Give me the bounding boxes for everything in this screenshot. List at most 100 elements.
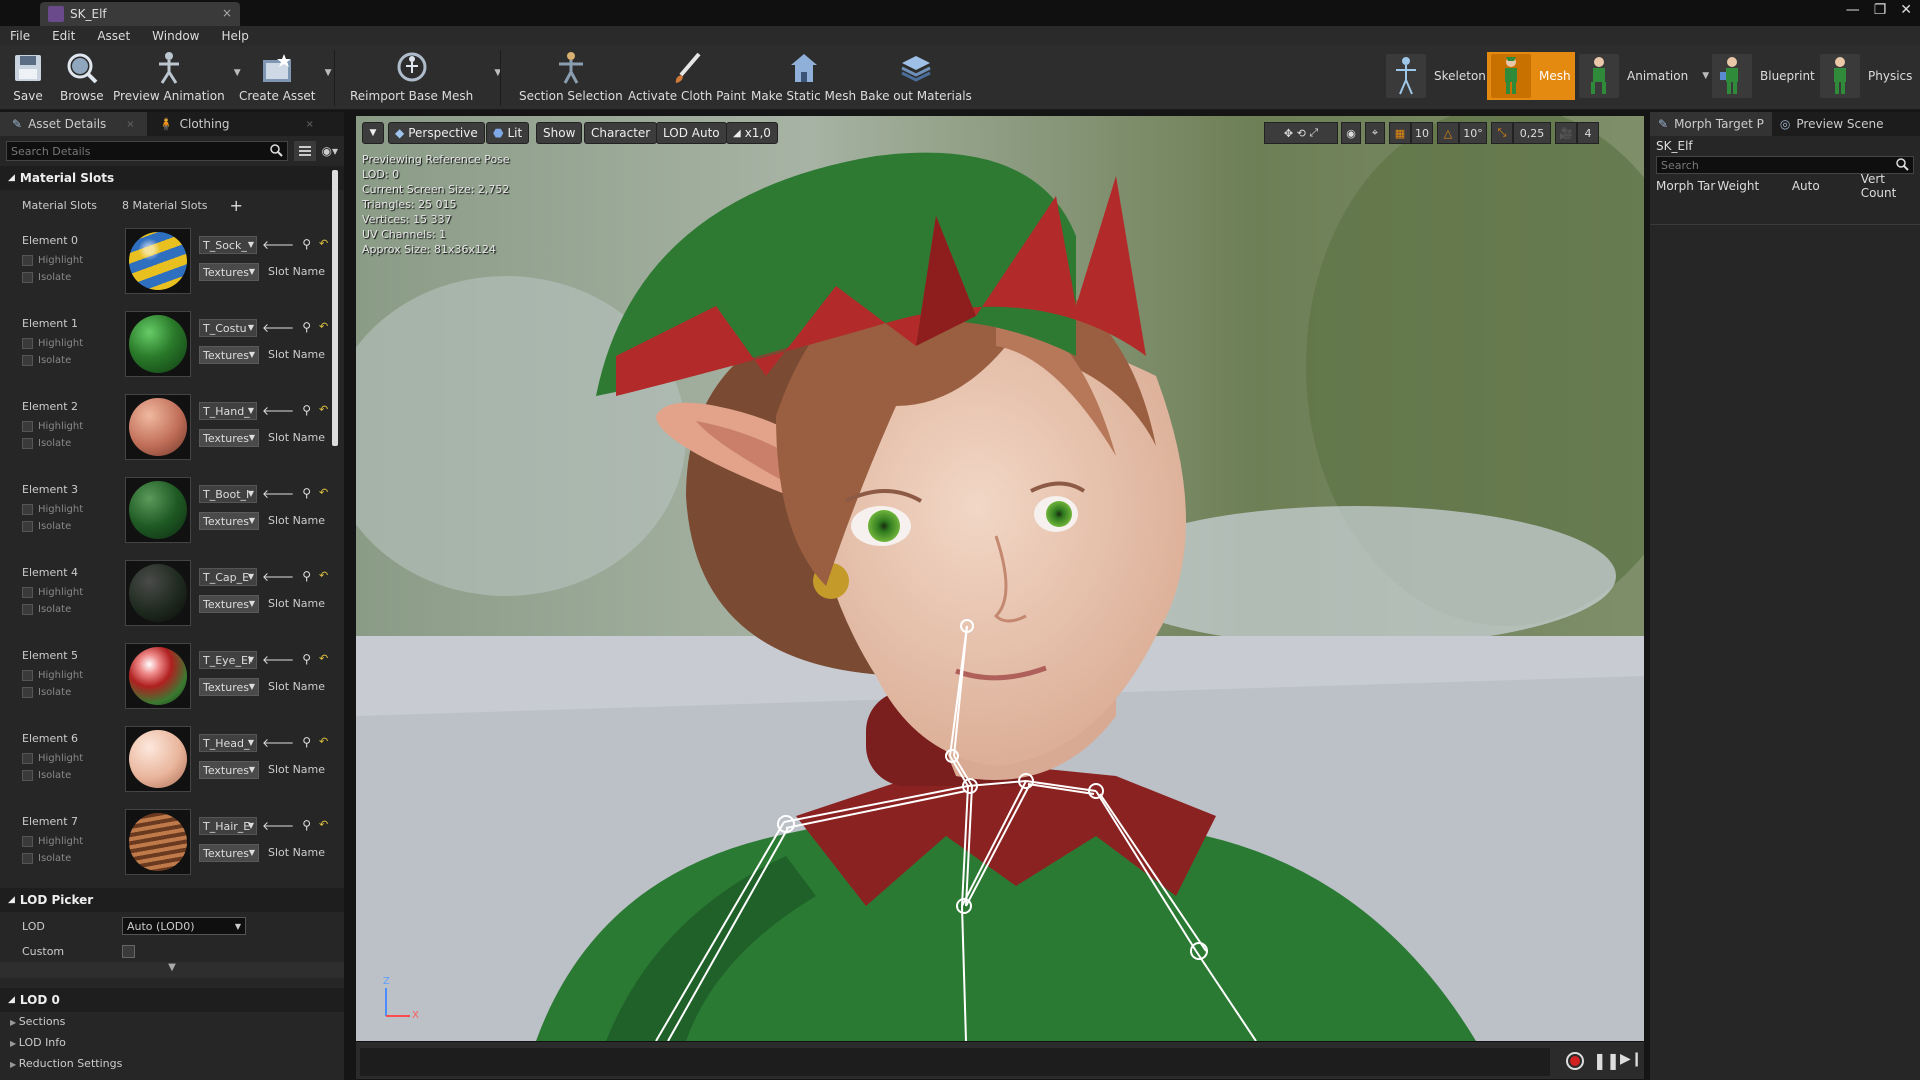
scale-icon[interactable]: ⤢ (1309, 126, 1318, 140)
reset-to-default-icon[interactable]: ↶ (319, 403, 328, 418)
browse-asset-icon[interactable]: ⚲ (302, 818, 311, 833)
isolate-checkbox[interactable]: Isolate (22, 355, 114, 366)
create-asset-button[interactable]: Create Asset ▼ (239, 50, 332, 103)
material-thumbnail[interactable] (125, 643, 191, 709)
menu-file[interactable]: File (10, 29, 30, 43)
isolate-checkbox[interactable]: Isolate (22, 770, 114, 781)
reset-to-default-icon[interactable]: ↶ (319, 818, 328, 833)
use-selected-icon[interactable]: 🡐 (262, 818, 294, 833)
details-scrollbar[interactable] (332, 170, 338, 446)
reset-to-default-icon[interactable]: ↶ (319, 735, 328, 750)
surface-snap-icon[interactable]: ⌖ (1365, 122, 1385, 144)
preview-viewport[interactable]: ▼ ◆ Perspective ⬣ Lit Show Character LOD A… (356, 116, 1644, 1041)
menu-edit[interactable]: Edit (52, 29, 75, 43)
isolate-checkbox[interactable]: Isolate (22, 521, 114, 532)
close-tab-icon[interactable]: × (222, 6, 232, 20)
reimport-base-mesh-button[interactable]: Reimport Base Mesh ▼ (350, 50, 501, 103)
details-search-input[interactable]: Search Details (6, 141, 288, 161)
minimize-button[interactable]: — (1846, 2, 1860, 18)
browse-button[interactable]: Browse (60, 50, 104, 103)
activate-cloth-paint-button[interactable]: Activate Cloth Paint (628, 50, 746, 103)
textures-dropdown[interactable]: Textures ▼ (199, 595, 259, 613)
material-thumbnail[interactable] (125, 477, 191, 543)
close-tab-icon[interactable]: × (306, 119, 314, 130)
browse-asset-icon[interactable]: ⚲ (302, 486, 311, 501)
mode-physics[interactable]: Physics (1816, 52, 1916, 100)
use-selected-icon[interactable]: 🡐 (262, 320, 294, 335)
make-static-mesh-button[interactable]: Make Static Mesh (751, 50, 856, 103)
material-thumbnail[interactable] (125, 726, 191, 792)
reset-to-default-icon[interactable]: ↶ (319, 486, 328, 501)
column-weight[interactable]: Weight (1717, 179, 1791, 193)
record-button[interactable] (1566, 1052, 1584, 1070)
morph-search-input[interactable]: Search (1656, 156, 1914, 174)
grid-snap-value[interactable]: 10 (1411, 122, 1433, 144)
highlight-checkbox[interactable]: Highlight (22, 670, 114, 681)
material-thumbnail[interactable] (125, 311, 191, 377)
close-window-button[interactable]: ✕ (1900, 2, 1912, 18)
highlight-checkbox[interactable]: Highlight (22, 504, 114, 515)
reset-to-default-icon[interactable]: ↶ (319, 652, 328, 667)
textures-dropdown[interactable]: Textures ▼ (199, 346, 259, 364)
expand-advanced-icon[interactable]: ▼ (0, 962, 344, 978)
world-local-icon[interactable]: ◉ (1341, 122, 1361, 144)
use-selected-icon[interactable]: 🡐 (262, 486, 294, 501)
camera-speed-icon[interactable]: 🎥 (1555, 122, 1577, 144)
use-selected-icon[interactable]: 🡐 (262, 237, 294, 252)
mode-blueprint[interactable]: Blueprint (1708, 52, 1819, 100)
rotation-snap-value[interactable]: 10° (1459, 122, 1487, 144)
lod0-item-lod-info[interactable]: ▶ LOD Info (10, 1033, 344, 1054)
use-selected-icon[interactable]: 🡐 (262, 735, 294, 750)
material-select[interactable]: T_Costu ▼ (199, 319, 257, 337)
isolate-checkbox[interactable]: Isolate (22, 272, 114, 283)
add-slot-icon[interactable]: + (230, 196, 243, 215)
textures-dropdown[interactable]: Textures ▼ (199, 678, 259, 696)
column-morph-target[interactable]: Morph Tar (1656, 179, 1717, 193)
rotate-icon[interactable]: ⟲ (1297, 127, 1306, 140)
material-select[interactable]: T_Head_ ▼ (199, 734, 257, 752)
material-slots-header[interactable]: ◢ Material Slots (0, 166, 344, 190)
pause-button[interactable]: ❚❚ (1593, 1051, 1620, 1070)
tab-asset-details[interactable]: ✎ Asset Details × (0, 112, 147, 136)
camera-speed-value[interactable]: 4 (1577, 122, 1599, 144)
eye-icon[interactable]: ◉▾ (322, 144, 339, 158)
browse-asset-icon[interactable]: ⚲ (302, 403, 311, 418)
tab-clothing[interactable]: 🧍 Clothing × (147, 112, 326, 136)
browse-asset-icon[interactable]: ⚲ (302, 320, 311, 335)
transform-tools[interactable]: ✥ ⟲ ⤢ (1264, 122, 1338, 144)
bake-out-materials-button[interactable]: Bake out Materials (860, 50, 972, 103)
textures-dropdown[interactable]: Textures ▼ (199, 761, 259, 779)
browse-asset-icon[interactable]: ⚲ (302, 237, 311, 252)
show-button[interactable]: Show (536, 122, 583, 144)
menu-window[interactable]: Window (152, 29, 199, 43)
highlight-checkbox[interactable]: Highlight (22, 255, 114, 266)
textures-dropdown[interactable]: Textures ▼ (199, 263, 259, 281)
material-select[interactable]: T_Hair_E ▼ (199, 817, 257, 835)
isolate-checkbox[interactable]: Isolate (22, 604, 114, 615)
isolate-checkbox[interactable]: Isolate (22, 853, 114, 864)
material-thumbnail[interactable] (125, 228, 191, 294)
grid-snap-icon[interactable]: ▦ (1389, 122, 1411, 144)
material-thumbnail[interactable] (125, 394, 191, 460)
preview-animation-button[interactable]: Preview Animation ▼ (113, 50, 241, 103)
view-options-icon[interactable] (293, 141, 316, 161)
isolate-checkbox[interactable]: Isolate (22, 438, 114, 449)
viewport-options-button[interactable]: ▼ (362, 122, 384, 144)
translate-icon[interactable]: ✥ (1284, 127, 1293, 140)
reset-to-default-icon[interactable]: ↶ (319, 237, 328, 252)
step-forward-button[interactable]: ▶❙ (1620, 1051, 1643, 1067)
maximize-button[interactable]: ❐ (1874, 2, 1887, 18)
highlight-checkbox[interactable]: Highlight (22, 587, 114, 598)
material-select[interactable]: T_Eye_El ▼ (199, 651, 257, 669)
save-button[interactable]: Save (10, 50, 46, 103)
lod0-item-reduction-settings[interactable]: ▶ Reduction Settings (10, 1054, 344, 1075)
material-select[interactable]: T_Sock_ ▼ (199, 236, 257, 254)
lod-auto-button[interactable]: LOD Auto (656, 122, 727, 144)
textures-dropdown[interactable]: Textures ▼ (199, 512, 259, 530)
playback-speed-button[interactable]: ◢ x1,0 (726, 122, 778, 144)
tab-preview-scene[interactable]: ◎ Preview Scene (1772, 112, 1892, 136)
close-tab-icon[interactable]: × (126, 119, 134, 130)
material-select[interactable]: T_Hand_ ▼ (199, 402, 257, 420)
reset-to-default-icon[interactable]: ↶ (319, 320, 328, 335)
use-selected-icon[interactable]: 🡐 (262, 403, 294, 418)
